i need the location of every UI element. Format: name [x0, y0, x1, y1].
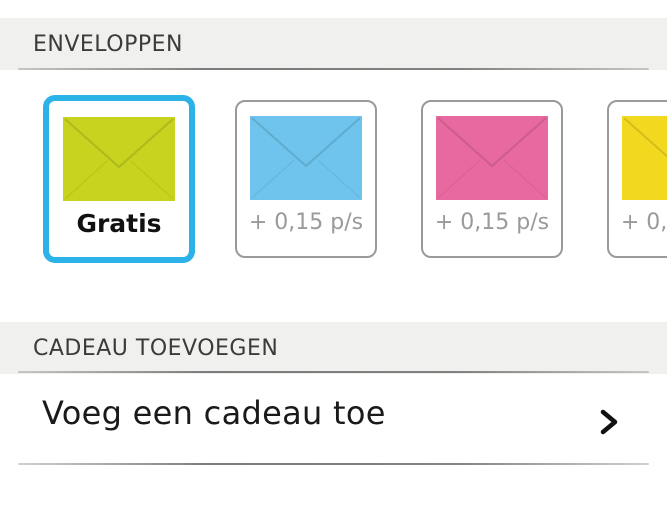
envelope-icon [622, 116, 667, 200]
envelope-price: + 0,15 p/s [620, 210, 667, 235]
gift-section-header: CADEAU TOEVOEGEN [0, 322, 667, 374]
envelope-icon [436, 116, 548, 200]
add-gift-row[interactable]: Voeg een cadeau toe [0, 374, 667, 462]
envelope-option-yellow[interactable]: + 0,15 p/s [607, 100, 667, 258]
envelope-option-lime[interactable]: Gratis [43, 95, 195, 263]
envelope-icon [250, 116, 362, 200]
divider [18, 371, 649, 373]
add-gift-label: Voeg een cadeau toe [42, 394, 386, 432]
envelope-graphic [63, 117, 175, 201]
envelope-option-blue[interactable]: + 0,15 p/s [235, 100, 377, 258]
card-options-screen: ENVELOPPEN Gratis + 0,15 p/s + 0,15 p/s … [0, 0, 667, 515]
envelope-graphic [250, 116, 362, 200]
envelopes-section-title: ENVELOPPEN [33, 31, 183, 57]
gift-section-title: CADEAU TOEVOEGEN [33, 335, 279, 361]
envelope-price: + 0,15 p/s [248, 210, 364, 235]
envelope-price: Gratis [76, 209, 162, 238]
divider [18, 463, 649, 465]
envelope-graphic [436, 116, 548, 200]
envelopes-section-header: ENVELOPPEN [0, 18, 667, 70]
envelope-option-pink[interactable]: + 0,15 p/s [421, 100, 563, 258]
envelope-price: + 0,15 p/s [434, 210, 550, 235]
divider [18, 68, 649, 70]
chevron-right-icon [600, 409, 618, 435]
envelope-options-list: Gratis + 0,15 p/s + 0,15 p/s + 0, [0, 95, 667, 265]
envelope-graphic [622, 116, 667, 200]
envelope-icon [63, 117, 175, 201]
